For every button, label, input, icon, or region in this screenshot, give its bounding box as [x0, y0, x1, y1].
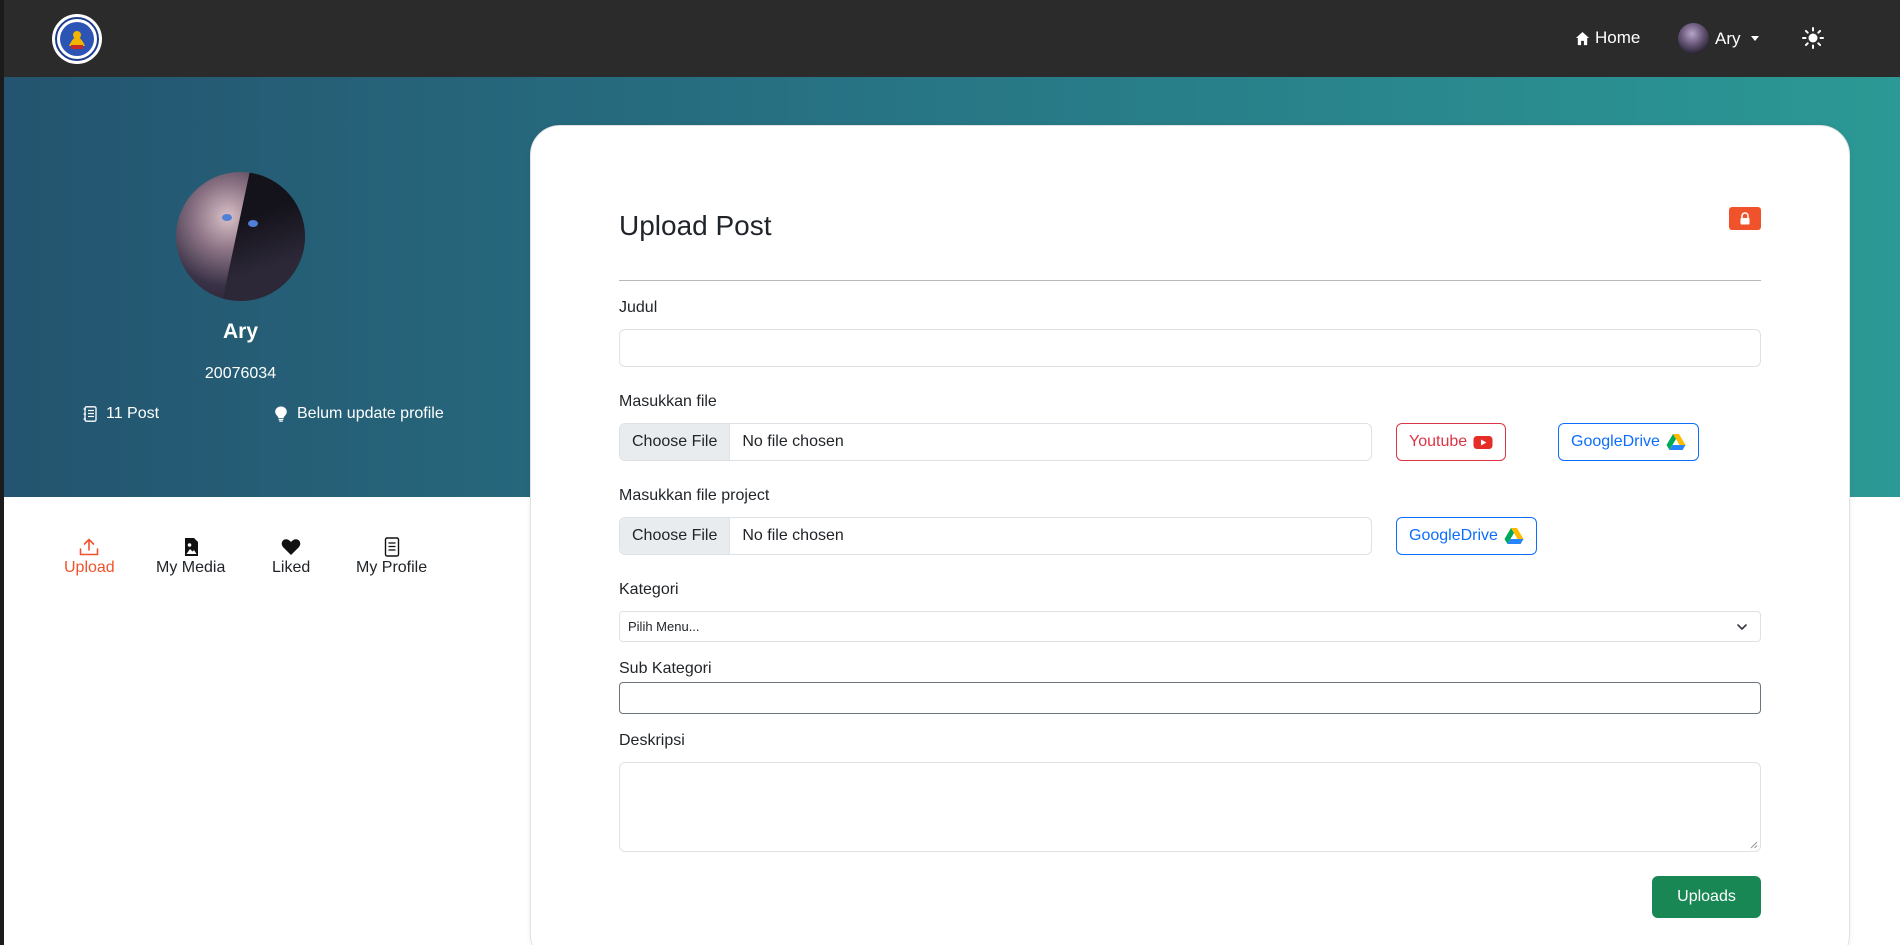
resize-grip-icon[interactable] [1750, 841, 1758, 849]
lightbulb-icon [275, 406, 287, 422]
tab-my-profile[interactable]: My Profile [356, 537, 427, 577]
post-count-label: 11 Post [106, 405, 160, 422]
journal-icon [83, 406, 97, 422]
nav-avatar [1678, 23, 1709, 54]
sun-icon [1802, 27, 1824, 49]
choose-file-button[interactable]: Choose File [620, 424, 731, 460]
file-status-text: No file chosen [742, 433, 844, 450]
youtube-button-label: Youtube [1409, 433, 1468, 450]
navbar: Home Ary [0, 0, 1900, 77]
profile-avatar [176, 172, 305, 301]
theme-toggle-button[interactable] [1802, 27, 1824, 49]
home-icon [1575, 31, 1590, 45]
subkategori-label: Sub Kategori [619, 660, 712, 677]
lock-icon [1740, 212, 1750, 225]
tab-my-profile-label: My Profile [356, 559, 428, 576]
page-title: Upload Post [619, 210, 772, 241]
google-drive-icon [1666, 434, 1686, 450]
upload-icon [80, 538, 99, 556]
image-icon [184, 538, 198, 556]
chevron-down-icon [1737, 624, 1747, 630]
nav-home-label: Home [1595, 28, 1641, 47]
tab-liked-label: Liked [272, 559, 311, 576]
judul-input[interactable] [619, 329, 1761, 367]
uploads-submit-button[interactable]: Uploads [1652, 876, 1761, 918]
project-file-input[interactable]: Choose File No file chosen [619, 517, 1372, 555]
project-googledrive-button-label: GoogleDrive [1409, 527, 1498, 544]
youtube-icon [1473, 436, 1493, 449]
profile-id-number: 20076034 [204, 365, 277, 382]
googledrive-button-label: GoogleDrive [1571, 433, 1660, 450]
judul-label: Judul [619, 299, 658, 316]
kategori-select[interactable]: Pilih Menu... [619, 611, 1761, 642]
user-dropdown[interactable]: Ary [1678, 23, 1759, 54]
youtube-button[interactable]: Youtube [1396, 423, 1507, 461]
kategori-selected-value: Pilih Menu... [628, 619, 700, 634]
project-googledrive-button[interactable]: GoogleDrive [1396, 517, 1537, 555]
googledrive-button[interactable]: GoogleDrive [1558, 423, 1699, 461]
profile-status-stat: Belum update profile [274, 405, 444, 423]
choose-project-file-button[interactable]: Choose File [620, 518, 731, 554]
profile-name: Ary [222, 320, 259, 343]
project-file-label: Masukkan file project [619, 487, 770, 504]
logo-emblem-icon [55, 17, 99, 61]
lock-button[interactable] [1729, 207, 1761, 230]
university-logo[interactable] [52, 14, 102, 64]
subkategori-input[interactable] [619, 682, 1761, 714]
nav-home-link[interactable]: Home [1575, 28, 1640, 48]
title-divider [619, 280, 1761, 281]
file-input[interactable]: Choose File No file chosen [619, 423, 1372, 461]
tab-upload-label: Upload [64, 559, 115, 576]
tab-liked[interactable]: Liked [272, 537, 310, 577]
deskripsi-label: Deskripsi [619, 732, 685, 749]
file-label: Masukkan file [619, 393, 717, 410]
document-icon [384, 537, 399, 557]
nav-user-name: Ary [1715, 28, 1741, 48]
window-edge [0, 0, 4, 945]
heart-icon [281, 539, 301, 555]
chevron-down-icon [1750, 36, 1759, 41]
post-count-stat: 11 Post [83, 405, 159, 423]
tab-my-media[interactable]: My Media [156, 537, 225, 577]
project-file-status-text: No file chosen [742, 527, 844, 544]
profile-status-label: Belum update profile [297, 405, 444, 422]
kategori-label: Kategori [619, 581, 679, 598]
tab-my-media-label: My Media [156, 559, 226, 576]
google-drive-icon [1504, 528, 1524, 544]
tab-upload[interactable]: Upload [64, 537, 115, 577]
deskripsi-textarea[interactable] [619, 762, 1761, 852]
